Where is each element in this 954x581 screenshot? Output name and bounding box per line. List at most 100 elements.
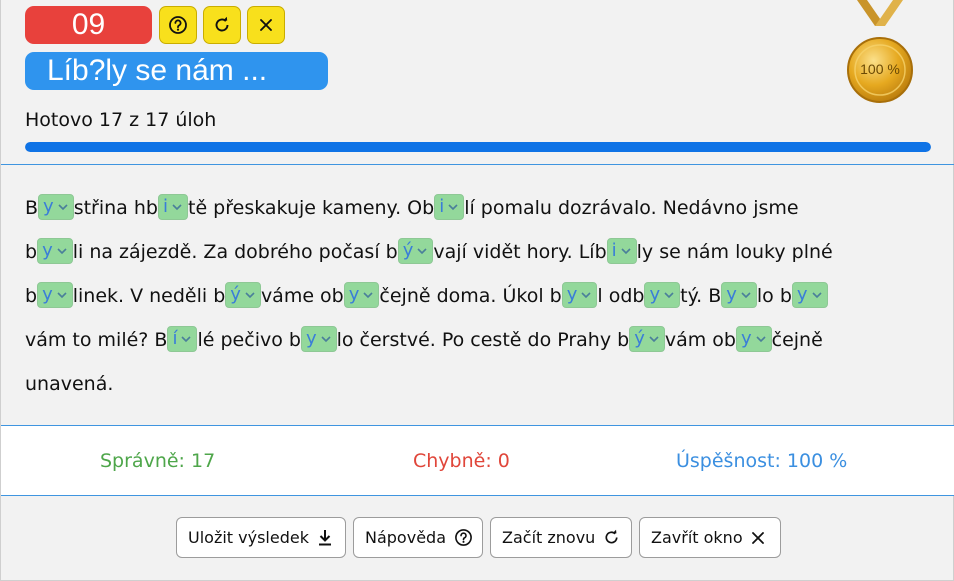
letter-select[interactable]: y: [38, 193, 74, 220]
letter-select-value: y: [305, 327, 317, 349]
exercise-line: unavená.: [25, 362, 925, 406]
exercise-text-fragment: čejně doma. Úkol b: [379, 285, 562, 307]
letter-select[interactable]: y: [791, 281, 828, 308]
close-icon: [259, 18, 273, 32]
letter-select-value: i: [162, 195, 168, 217]
exercise-text-fragment: tý. B: [680, 285, 722, 307]
success-rate: Úspěšnost: 100 %: [676, 450, 848, 472]
letter-select-value: ý: [402, 239, 414, 261]
exercise-text-fragment: vám to milé? B: [25, 329, 168, 351]
exercise-text-fragment: čejně: [771, 329, 823, 351]
exercise-number-badge: 09: [25, 6, 152, 44]
letter-select[interactable]: í: [167, 325, 198, 352]
letter-select-value: y: [348, 283, 360, 305]
letter-select-value: y: [42, 283, 53, 305]
exercise-text-fragment: vají vidět hory. Líb: [433, 241, 607, 263]
exercise-text-fragment: lé pečivo b: [197, 329, 301, 351]
exercise-text-fragment: tě přeskakuje kameny. Ob: [188, 197, 435, 219]
exercise-text-fragment: vám ob: [664, 329, 736, 351]
save-result-button[interactable]: Uložit výsledek: [176, 517, 346, 558]
letter-select-value: ý: [634, 327, 645, 349]
help-icon-button[interactable]: [159, 6, 197, 44]
exercise-text-fragment: lo b: [756, 285, 792, 307]
letter-select-value: y: [796, 283, 808, 305]
letter-select-value: y: [726, 283, 737, 305]
letter-select-value: y: [43, 195, 54, 217]
chevron-down-icon: [580, 283, 596, 307]
letter-select[interactable]: y: [735, 325, 772, 352]
letter-select[interactable]: y: [561, 281, 598, 308]
letter-select[interactable]: i: [606, 237, 637, 264]
letter-select[interactable]: ý: [397, 237, 434, 264]
exercise-title: Líb?ly se nám ...: [25, 52, 328, 90]
letter-select[interactable]: y: [343, 281, 380, 308]
progress-text: Hotovo 17 z 17 úloh: [25, 109, 217, 131]
chevron-down-icon: [648, 327, 664, 351]
medal-label: 100 %: [860, 61, 900, 77]
close-window-label: Zavřít okno: [651, 528, 743, 547]
chevron-down-icon: [56, 239, 72, 263]
progress-fill: [25, 142, 931, 152]
letter-select[interactable]: ý: [225, 281, 261, 308]
exercise-text-fragment: b: [25, 285, 38, 307]
divider: [1, 164, 954, 165]
close-icon-button[interactable]: [247, 6, 285, 44]
question-circle-icon: [454, 528, 473, 547]
letter-select[interactable]: y: [721, 281, 757, 308]
chevron-down-icon: [447, 195, 463, 219]
exercise-line: b y li na zájezdě. Za dobrého počasí b ý vaj…: [25, 230, 925, 274]
chevron-down-icon: [416, 239, 432, 263]
close-icon: [751, 531, 765, 545]
chevron-down-icon: [57, 195, 73, 219]
exercise-text-fragment: váme ob: [260, 285, 344, 307]
letter-select-value: í: [172, 327, 178, 349]
letter-select-value: y: [566, 283, 578, 305]
exercise-text-fragment: ly se nám louky plné: [636, 241, 833, 263]
letter-select[interactable]: y: [644, 281, 681, 308]
letter-select[interactable]: ý: [629, 325, 665, 352]
letter-select-value: y: [649, 283, 661, 305]
chevron-down-icon: [56, 283, 72, 307]
chevron-down-icon: [811, 283, 827, 307]
exercise-line: vám to milé? Bí lé pečivo b y lo čerstvé. P…: [25, 318, 925, 362]
letter-select-value: i: [611, 239, 617, 261]
exercise-text-fragment: l odb: [597, 285, 645, 307]
exercise-text-fragment: střina hb: [73, 197, 158, 219]
exercise-text-fragment: linek. V neděli b: [72, 285, 226, 307]
letter-select[interactable]: i: [157, 193, 188, 220]
refresh-icon: [213, 16, 231, 34]
refresh-icon: [603, 529, 620, 546]
chevron-down-icon: [180, 327, 196, 351]
exercise-text-fragment: lí pomalu dozrávalo. Nedávno jsme: [464, 197, 799, 219]
download-icon: [317, 529, 333, 547]
exercise-text-fragment: b: [25, 241, 38, 263]
wrong-count: Chybně: 0: [413, 450, 510, 472]
exercise-line: By střina hb i tě přeskakuje kameny. Ob i lí …: [25, 186, 925, 230]
exercise-text-fragment: lo čerstvé. Po cestě do Prahy b: [336, 329, 630, 351]
chevron-down-icon: [620, 239, 636, 263]
stats-panel: Správně: 17 Chybně: 0 Úspěšnost: 100 %: [1, 426, 954, 495]
medal-icon: 100 %: [845, 0, 915, 104]
restart-icon-button[interactable]: [203, 6, 241, 44]
letter-select[interactable]: y: [37, 281, 73, 308]
app-window: 09 Líb?ly se nám ... 100 % Hotovo 17 z 1…: [0, 0, 954, 581]
letter-select-value: ý: [230, 283, 241, 305]
exercise-text-fragment: li na zájezdě. Za dobrého počasí b: [72, 241, 398, 263]
letter-select[interactable]: y: [37, 237, 73, 264]
chevron-down-icon: [362, 283, 378, 307]
chevron-down-icon: [171, 195, 187, 219]
close-window-button[interactable]: Zavřít okno: [639, 517, 781, 558]
restart-button[interactable]: Začít znovu: [490, 517, 632, 558]
save-result-label: Uložit výsledek: [188, 528, 309, 547]
letter-select[interactable]: y: [300, 325, 337, 352]
letter-select[interactable]: i: [434, 193, 465, 220]
help-button[interactable]: Nápověda: [353, 517, 483, 558]
restart-label: Začít znovu: [502, 528, 596, 547]
exercise-text-fragment: B: [25, 197, 39, 219]
chevron-down-icon: [244, 283, 260, 307]
progress-bar: [25, 142, 931, 152]
letter-select-value: y: [42, 239, 53, 261]
chevron-down-icon: [740, 283, 756, 307]
exercise-text-fragment: unavená.: [25, 373, 114, 395]
exercise-line: b y linek. V neděli b ý váme ob y čejně doma. …: [25, 274, 925, 318]
